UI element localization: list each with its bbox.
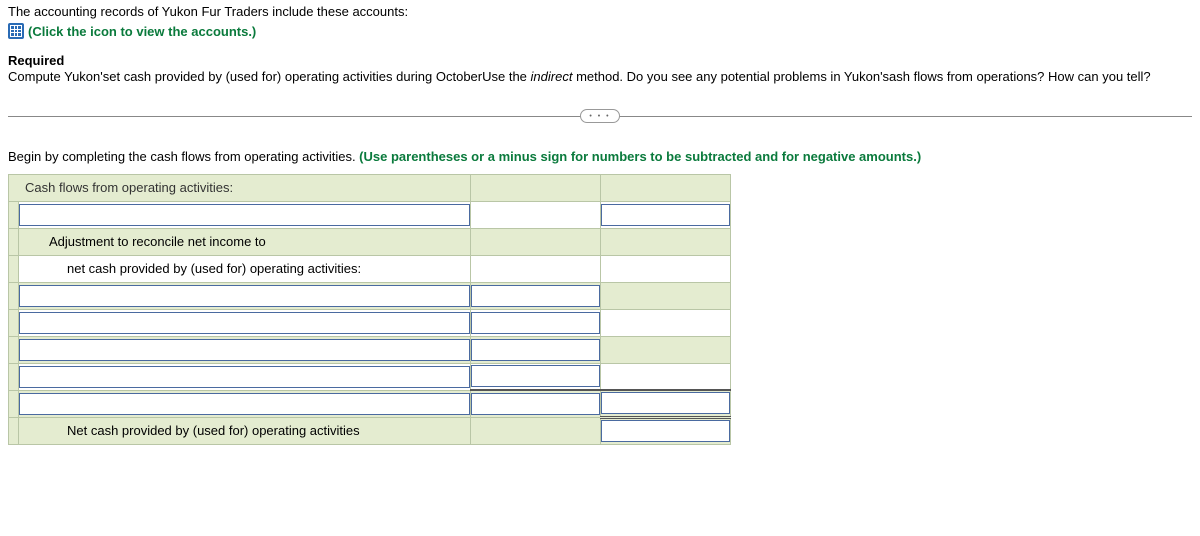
line-item-input-2[interactable] — [19, 285, 470, 307]
table-row: Cash flows from operating activities: — [9, 174, 731, 201]
table-row — [9, 309, 731, 336]
adjust-label-2: net cash provided by (used for) operatin… — [19, 261, 470, 276]
line-item-input-4[interactable] — [19, 339, 470, 361]
table-row: net cash provided by (used for) operatin… — [9, 255, 731, 282]
amount-input-2a[interactable] — [471, 285, 600, 307]
table-row — [9, 282, 731, 309]
table-row — [9, 363, 731, 390]
intro-text: The accounting records of Yukon Fur Trad… — [8, 4, 1192, 19]
req-part2: method. Do you see any potential problem… — [572, 69, 1150, 84]
requirement-text: Compute Yukon'set cash provided by (used… — [8, 68, 1192, 86]
amount-input-5a[interactable] — [471, 365, 600, 387]
instruction-green: (Use parentheses or a minus sign for num… — [359, 149, 921, 164]
section-divider: • • • — [8, 116, 1192, 117]
required-heading: Required — [8, 53, 1192, 68]
req-part1: Compute Yukon'set cash provided by (used… — [8, 69, 531, 84]
line-item-input-6[interactable] — [19, 393, 470, 415]
table-row: Adjustment to reconcile net income to — [9, 228, 731, 255]
netcash-label: Net cash provided by (used for) operatin… — [19, 423, 470, 438]
amount-input-6b[interactable] — [601, 392, 730, 414]
line-item-input-1[interactable] — [19, 204, 470, 226]
view-accounts-label: (Click the icon to view the accounts.) — [28, 24, 256, 39]
table-row — [9, 390, 731, 417]
instruction-text: Begin by completing the cash flows from … — [8, 149, 1192, 164]
amount-input-1b[interactable] — [601, 204, 730, 226]
table-row — [9, 336, 731, 363]
table-icon — [8, 23, 24, 39]
view-accounts-link[interactable]: (Click the icon to view the accounts.) — [8, 23, 1192, 39]
line-item-input-5[interactable] — [19, 366, 470, 388]
cashflow-worksheet: Cash flows from operating activities: Ad… — [8, 174, 731, 445]
line-item-input-3[interactable] — [19, 312, 470, 334]
instruction-plain: Begin by completing the cash flows from … — [8, 149, 359, 164]
amount-input-4a[interactable] — [471, 339, 600, 361]
header-label: Cash flows from operating activities: — [15, 180, 470, 195]
amount-input-3a[interactable] — [471, 312, 600, 334]
expand-pill[interactable]: • • • — [580, 109, 620, 123]
adjust-label-1: Adjustment to reconcile net income to — [19, 234, 470, 249]
amount-input-6a[interactable] — [471, 393, 600, 415]
table-row: Net cash provided by (used for) operatin… — [9, 417, 731, 444]
amount-netcash[interactable] — [601, 420, 730, 442]
req-italic: indirect — [531, 69, 573, 84]
table-row — [9, 201, 731, 228]
